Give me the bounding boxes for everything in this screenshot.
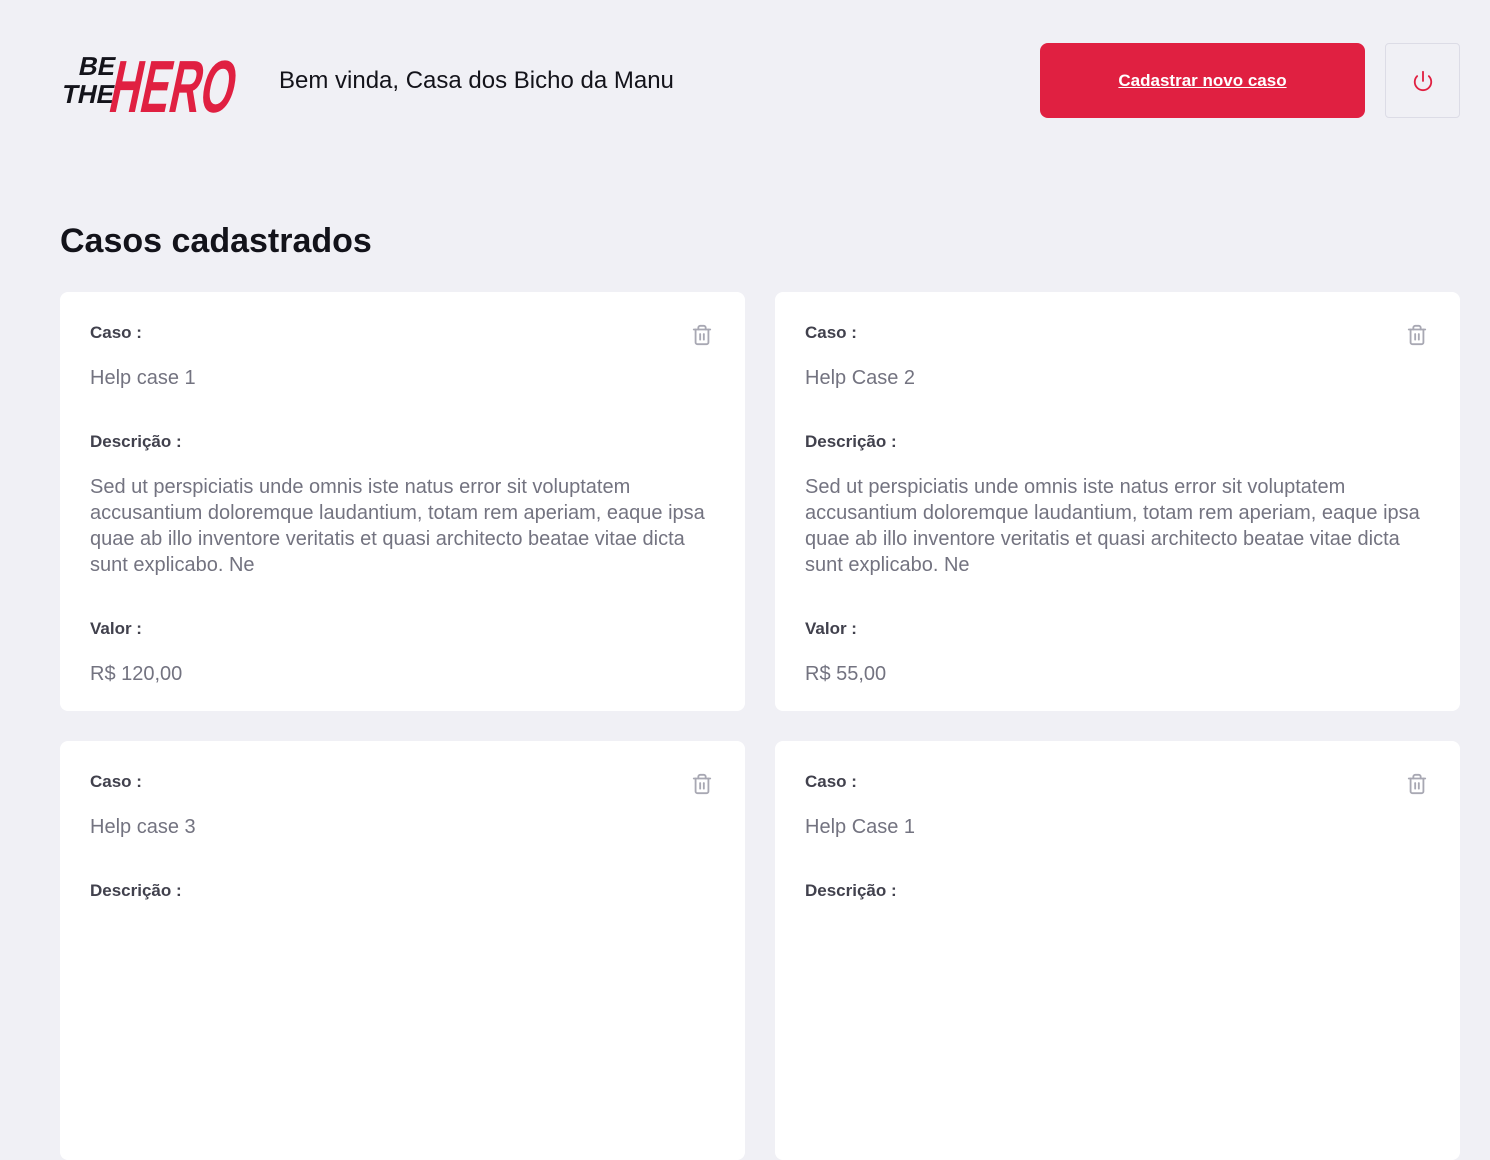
- case-title: Help case 1: [90, 367, 196, 389]
- value-label: Valor :: [90, 619, 142, 638]
- delete-case-button[interactable]: [689, 322, 715, 348]
- header: BE THE HERO Bem vinda, Casa dos Bicho da…: [60, 40, 1460, 120]
- description-label: Descrição :: [805, 881, 897, 900]
- description-label: Descrição :: [805, 432, 897, 451]
- case-label: Caso :: [805, 323, 857, 342]
- case-card: Caso : Help Case 2 Descrição : Sed ut pe…: [775, 292, 1460, 711]
- case-value: R$ 120,00: [90, 663, 183, 685]
- page-title: Casos cadastrados: [60, 222, 372, 260]
- welcome-message: Bem vinda, Casa dos Bicho da Manu: [279, 67, 674, 94]
- logo-hero: HERO: [103, 45, 245, 120]
- case-card: Caso : Help Case 1 Descrição :: [775, 741, 1460, 1160]
- logo-be: BE: [76, 51, 118, 81]
- trash-icon: [692, 773, 712, 795]
- value-label: Valor :: [805, 619, 857, 638]
- new-case-button[interactable]: Cadastrar novo caso: [1040, 43, 1365, 118]
- case-value: R$ 55,00: [805, 663, 887, 685]
- trash-icon: [1407, 324, 1427, 346]
- case-title: Help case 3: [90, 816, 196, 838]
- description-label: Descrição :: [90, 432, 182, 451]
- description-label: Descrição :: [90, 881, 182, 900]
- delete-case-button[interactable]: [1404, 322, 1430, 348]
- delete-case-button[interactable]: [1404, 771, 1430, 797]
- trash-icon: [1407, 773, 1427, 795]
- trash-icon: [692, 324, 712, 346]
- logout-button[interactable]: [1385, 43, 1460, 118]
- case-card: Caso : Help case 1 Descrição : Sed ut pe…: [60, 292, 745, 711]
- case-label: Caso :: [90, 323, 142, 342]
- be-the-hero-logo: BE THE HERO: [60, 45, 245, 120]
- case-description: Sed ut perspiciatis unde omnis iste natu…: [90, 476, 705, 576]
- case-title: Help Case 1: [805, 816, 916, 838]
- case-label: Caso :: [90, 772, 142, 791]
- case-title: Help Case 2: [805, 367, 916, 389]
- case-list: Caso : Help case 1 Descrição : Sed ut pe…: [60, 292, 1460, 1160]
- power-icon: [1413, 70, 1432, 91]
- delete-case-button[interactable]: [689, 771, 715, 797]
- case-label: Caso :: [805, 772, 857, 791]
- case-card: Caso : Help case 3 Descrição :: [60, 741, 745, 1160]
- case-description: Sed ut perspiciatis unde omnis iste natu…: [805, 476, 1420, 576]
